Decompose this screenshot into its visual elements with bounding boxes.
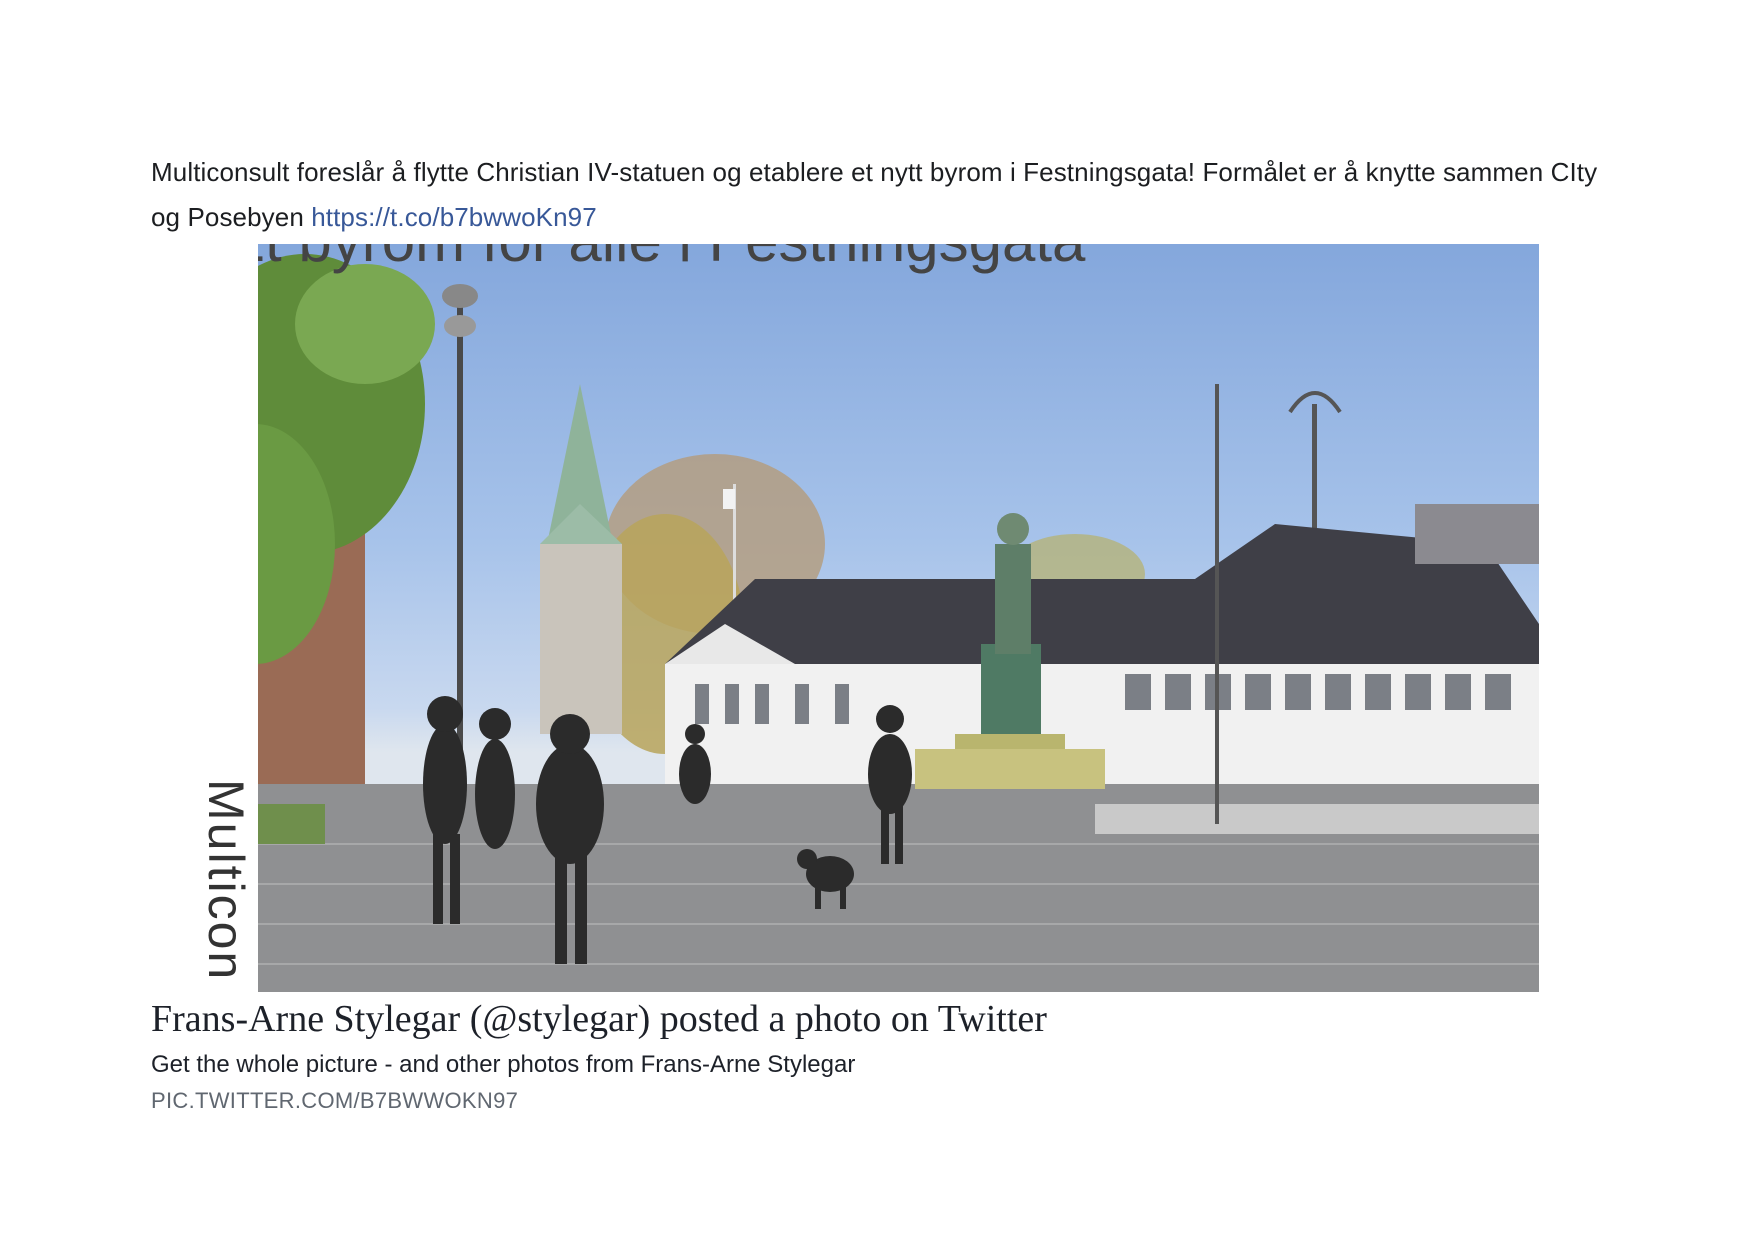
photo-sidebar-text: Multicon (198, 779, 254, 982)
link-preview-domain: PIC.TWITTER.COM/B7BWWOKN97 (151, 1088, 519, 1113)
link-preview-image[interactable]: Et byrom for alle i Festningsgata (195, 244, 1539, 992)
facebook-post: Multiconsult foreslår å flytte Christian… (151, 150, 1611, 1114)
photo-caption-fragment: Et byrom for alle i Festningsgata (225, 244, 1085, 275)
post-link[interactable]: https://t.co/b7bwwoKn97 (311, 202, 597, 232)
post-text: Multiconsult foreslår å flytte Christian… (151, 150, 1611, 240)
link-preview-title[interactable]: Frans-Arne Stylegar (@stylegar) posted a… (151, 994, 1611, 1044)
street-scene-illustration (195, 254, 1539, 992)
photo-sidebar-strip: Multicon (195, 244, 258, 992)
link-preview-description: Get the whole picture - and other photos… (151, 1051, 856, 1078)
